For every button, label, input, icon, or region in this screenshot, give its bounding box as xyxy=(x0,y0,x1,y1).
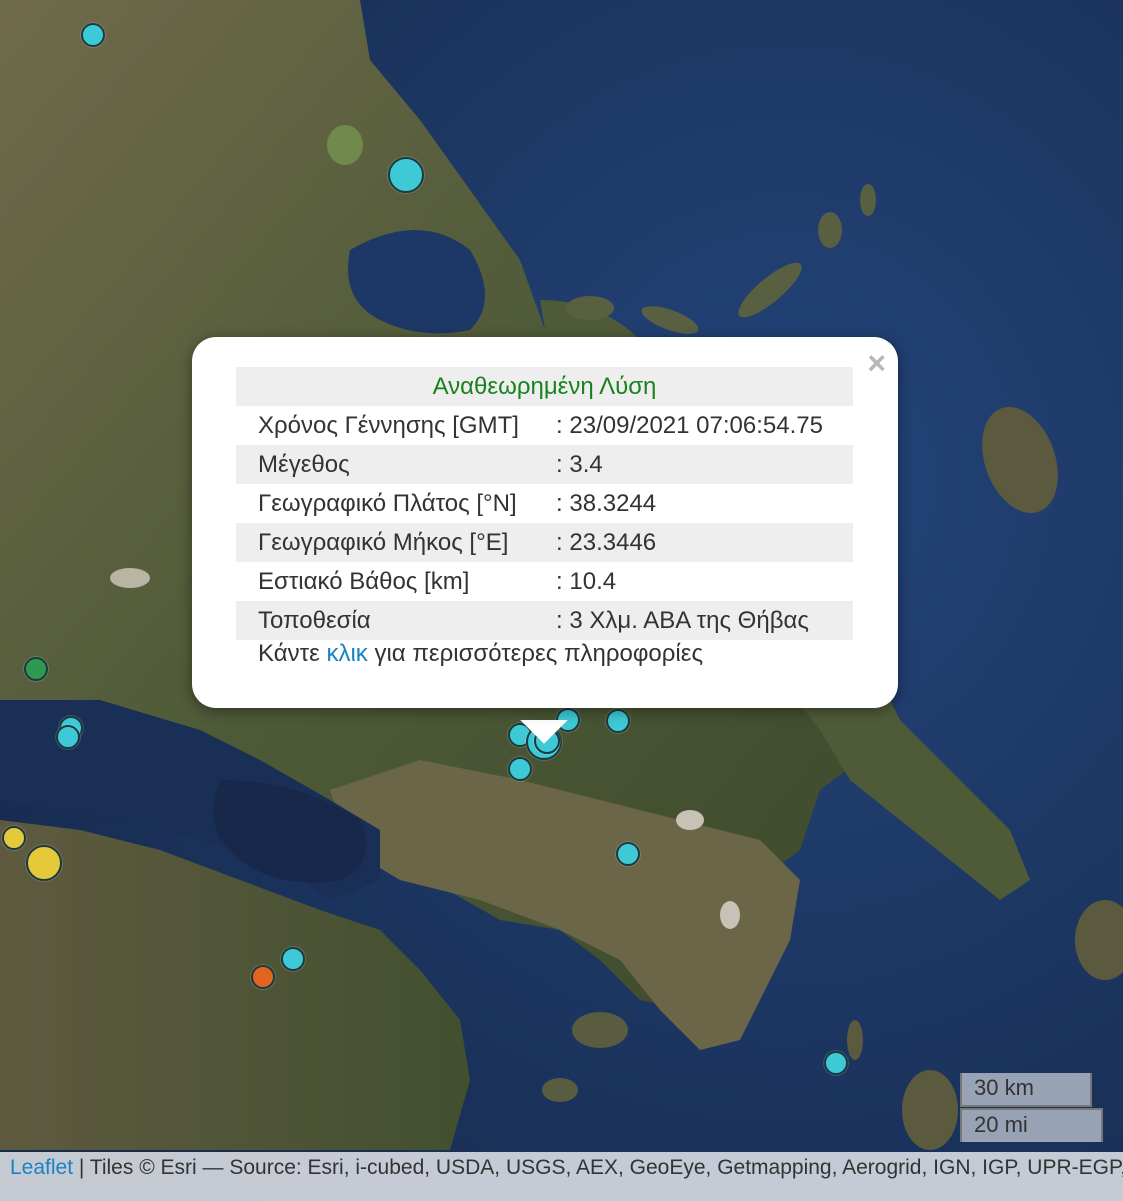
map-attribution: Leaflet | Tiles © Esri — Source: Esri, i… xyxy=(0,1152,1123,1201)
row-value: : 3.4 xyxy=(550,445,853,484)
event-marker[interactable] xyxy=(24,657,48,681)
event-marker[interactable] xyxy=(616,842,640,866)
event-marker[interactable] xyxy=(281,947,305,971)
attribution-text: | Tiles © Esri — Source: Esri, i-cubed, … xyxy=(78,1156,1123,1179)
popup-title: Αναθεωρημένη Λύση xyxy=(236,367,853,406)
close-icon[interactable]: × xyxy=(867,343,886,383)
row-label: Μέγεθος xyxy=(236,445,551,484)
event-marker[interactable] xyxy=(824,1051,848,1075)
more-suffix: για περισσότερες πληροφορίες xyxy=(367,640,704,667)
row-value: : 3 Χλμ. ΑΒΑ της Θήβας xyxy=(550,601,853,640)
event-marker[interactable] xyxy=(508,757,532,781)
scale-bar-mi: 20 mi xyxy=(960,1108,1103,1142)
map-view[interactable]: × Αναθεωρημένη Λύση Χρόνος Γέννησης [GMT… xyxy=(0,0,1123,1201)
more-info-text: Κάντε κλικ για περισσότερες πληροφορίες xyxy=(258,640,703,668)
scale-bar-km: 30 km xyxy=(960,1073,1092,1107)
row-value: : 23.3446 xyxy=(550,523,853,562)
row-label: Τοποθεσία xyxy=(236,601,551,640)
table-row: Γεωγραφικό Πλάτος [°N] : 38.3244 xyxy=(236,484,853,523)
event-marker[interactable] xyxy=(606,709,630,733)
row-label: Γεωγραφικό Μήκος [°E] xyxy=(236,523,551,562)
table-row: Μέγεθος : 3.4 xyxy=(236,445,853,484)
event-marker[interactable] xyxy=(81,23,105,47)
row-label: Γεωγραφικό Πλάτος [°N] xyxy=(258,489,517,517)
table-row: Χρόνος Γέννησης [GMT] : 23/09/2021 07:06… xyxy=(236,406,853,445)
table-row: Τοποθεσία : 3 Χλμ. ΑΒΑ της Θήβας xyxy=(236,601,853,640)
table-row: Γεωγραφικό Μήκος [°E] : 23.3446 xyxy=(236,523,853,562)
row-value: : 10.4 xyxy=(556,567,617,595)
event-marker[interactable] xyxy=(56,725,80,749)
event-marker[interactable] xyxy=(251,965,275,989)
row-label: Χρόνος Γέννησης [GMT] xyxy=(258,411,519,439)
row-value: : 38.3244 xyxy=(556,489,657,517)
row-value: : 23/09/2021 07:06:54.75 xyxy=(556,411,823,439)
event-marker[interactable] xyxy=(26,845,62,881)
more-info-link[interactable]: κλικ xyxy=(326,640,367,667)
more-prefix: Κάντε xyxy=(258,640,327,667)
event-marker[interactable] xyxy=(2,826,26,850)
event-info-table: Αναθεωρημένη Λύση Χρόνος Γέννησης [GMT] … xyxy=(236,367,853,640)
leaflet-link[interactable]: Leaflet xyxy=(10,1156,73,1179)
event-marker[interactable] xyxy=(388,157,424,193)
row-label: Εστιακό Βάθος [km] xyxy=(258,567,470,595)
table-row: Εστιακό Βάθος [km] : 10.4 xyxy=(236,562,853,601)
table-header-row: Αναθεωρημένη Λύση xyxy=(236,367,853,406)
